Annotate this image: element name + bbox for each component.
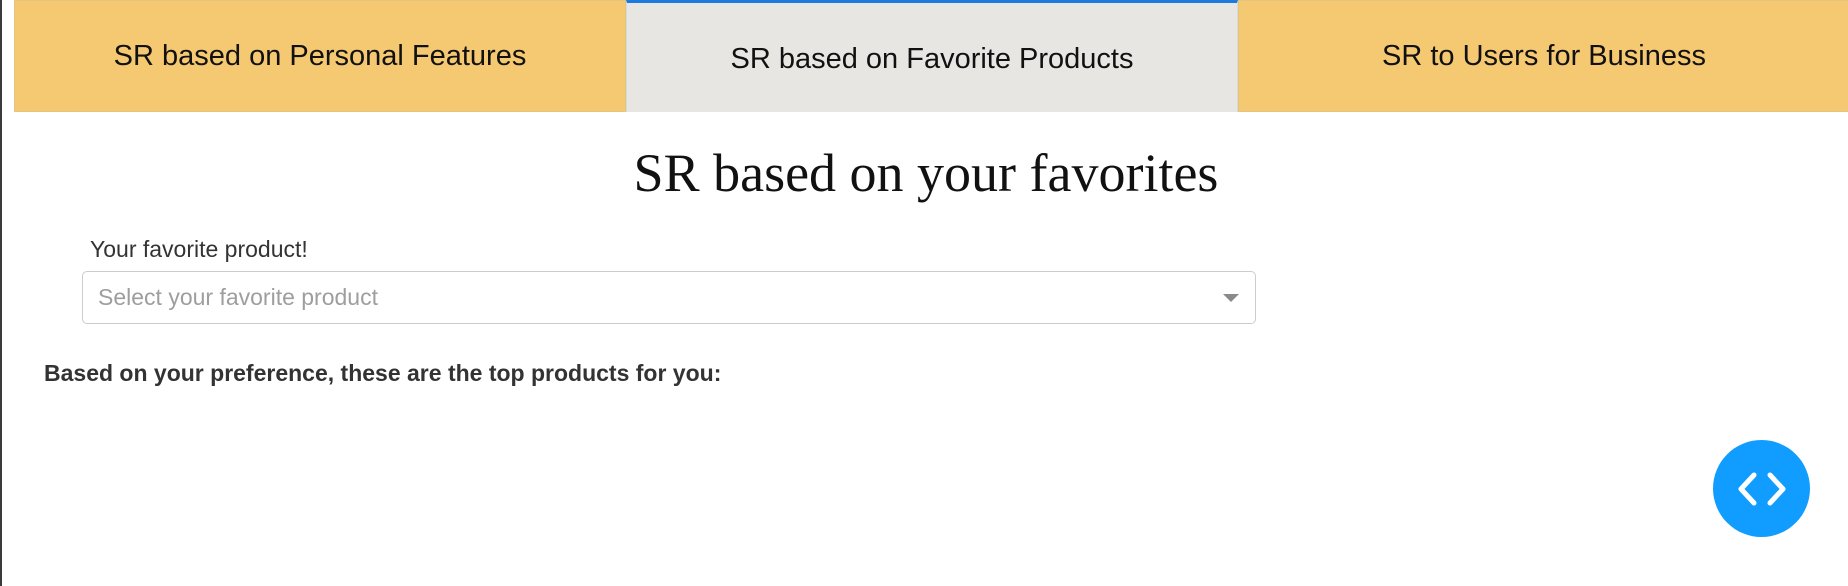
code-icon — [1738, 472, 1785, 505]
dropdown-placeholder: Select your favorite product — [98, 284, 378, 310]
chevron-down-icon[interactable] — [1223, 294, 1239, 302]
debug-menu-button[interactable] — [1713, 440, 1810, 537]
tab-favorite-products[interactable]: SR based on Favorite Products — [626, 0, 1238, 112]
tab-users-for-business[interactable]: SR to Users for Business — [1238, 0, 1848, 112]
tab-label: SR to Users for Business — [1382, 39, 1706, 72]
page-title: SR based on your favorites — [633, 143, 1219, 203]
favorite-product-label: Your favorite product! — [90, 236, 308, 262]
tab-label: SR based on Personal Features — [113, 39, 527, 72]
tab-personal-features[interactable]: SR based on Personal Features — [14, 0, 626, 112]
tab-label: SR based on Favorite Products — [730, 43, 1134, 75]
results-heading: Based on your preference, these are the … — [44, 360, 722, 386]
app-frame: SR based on Personal Features SR based o… — [0, 0, 1848, 586]
favorite-product-dropdown[interactable]: Select your favorite product — [82, 271, 1256, 324]
tab-bar: SR based on Personal Features SR based o… — [14, 0, 1848, 112]
